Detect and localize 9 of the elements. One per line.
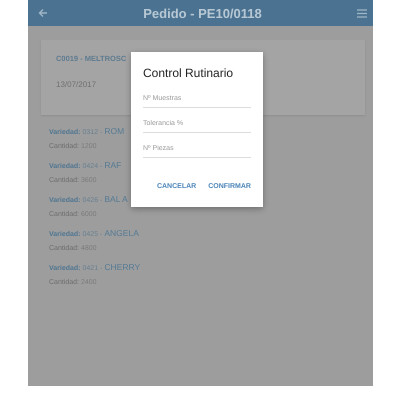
variety-name: ANGELA [104, 228, 139, 238]
header-title: Pedido - PE10/0118 [142, 6, 263, 20]
variety-name: RAF [104, 160, 122, 170]
menu-icon[interactable] [357, 8, 367, 18]
dialog-title: Control Rutinario [143, 66, 234, 80]
variety-name: BAL A [104, 194, 128, 204]
variety-name: ROM [104, 126, 124, 136]
back-arrow-icon[interactable] [38, 8, 48, 18]
variety-name: CHERRY [104, 262, 140, 272]
